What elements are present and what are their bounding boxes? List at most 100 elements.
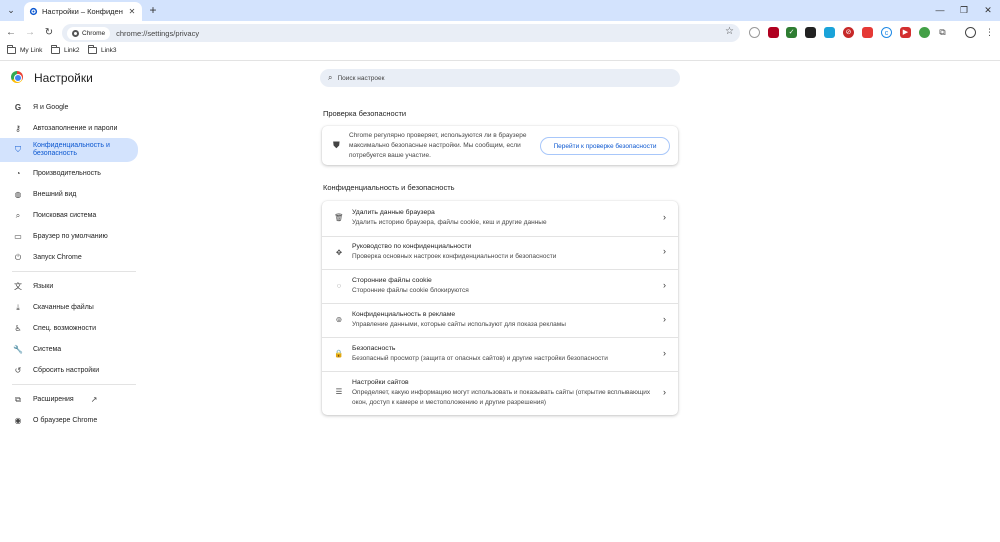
sidebar-item-you-and-google[interactable]: G Я и Google [0,97,138,118]
sidebar-item-label: Производительность [33,169,101,177]
google-icon: G [14,103,22,112]
sidebar-item-downloads[interactable]: ⤓ Скачанные файлы [0,297,138,318]
row-site-settings[interactable]: ☰ Настройки сайтов Определяет, какую инф… [322,371,678,415]
row-clear-browsing-data[interactable]: 🗑 Удалить данные браузера Удалить истори… [322,201,678,236]
power-icon: ⏻ [14,252,22,262]
minimize-icon[interactable]: — [932,3,948,17]
row-security[interactable]: 🔒 Безопасность Безопасный просмотр (защи… [322,337,678,371]
section-title-safety-check: Проверка безопасности [323,109,407,118]
chrome-logo-icon [11,71,23,83]
menu-dots-icon[interactable]: ⋮ [984,27,995,38]
sidebar-divider [12,271,136,272]
sidebar-item-reset[interactable]: ↺ Сбросить настройки [0,360,138,381]
puzzle-icon: ⧉ [15,394,21,404]
sidebar-item-label: Автозаполнение и пароли [33,124,118,132]
sidebar-item-search-engine[interactable]: ⌕ Поисковая система [0,205,138,226]
row-desc: Удалить историю браузера, файлы cookie, … [352,219,547,226]
close-window-icon[interactable]: ✕ [980,3,996,17]
bookmark-star-icon[interactable]: ☆ [725,26,734,37]
row-third-party-cookies[interactable]: ◌ Сторонние файлы cookie Сторонние файлы… [322,269,678,303]
extension-shield-icon[interactable] [749,27,760,38]
reload-icon[interactable]: ↻ [41,25,57,41]
bookmark-label: Link3 [101,47,117,54]
palette-icon: ◍ [14,190,22,199]
sidebar-item-about[interactable]: ◉ О браузере Chrome [0,410,138,431]
url-text[interactable]: chrome://settings/privacy [116,29,199,38]
gear-icon [29,7,38,16]
forward-icon[interactable]: → [22,25,38,41]
trash-icon: 🗑 [334,213,344,222]
translate-icon: 文 [14,282,22,291]
sidebar-item-label: Спец. возможности [33,324,96,332]
accessibility-icon: ♿ [14,324,22,333]
extension-circle-icon[interactable]: c [881,27,892,38]
settings-search[interactable]: ⌕ [320,69,680,87]
bookmarks-bar: My Link Link2 Link3 [0,44,1000,61]
search-input[interactable] [337,74,658,82]
sidebar-item-system[interactable]: 🔧 Система [0,339,138,360]
sidebar-item-autofill[interactable]: ⚷ Автозаполнение и пароли [0,118,138,139]
external-link-icon: ↗ [90,395,98,404]
row-title: Конфиденциальность в рекламе [352,311,456,318]
close-icon[interactable]: ✕ [127,7,137,16]
new-tab-button[interactable]: + [146,3,160,18]
bookmark-folder[interactable]: Link2 [51,45,80,54]
row-desc: Управление данными, которые сайты исполь… [352,321,566,328]
chrome-icon [72,29,79,37]
row-desc: Определяет, какую информацию могут испол… [352,389,651,406]
sidebar-item-label: Скачанные файлы [33,303,94,311]
extension-green-icon[interactable] [919,27,930,38]
sidebar-item-languages[interactable]: 文 Языки [0,276,138,297]
sidebar-item-label: Внешний вид [33,190,77,198]
sidebar-item-on-startup[interactable]: ⏻ Запуск Chrome [0,247,138,268]
extension-red-icon[interactable] [862,27,873,38]
sidebar-item-performance[interactable]: ◔ Производительность [0,163,138,184]
extension-check-icon[interactable]: ✓ [786,27,797,38]
extension-dark-icon[interactable] [805,27,816,38]
sidebar-item-default-browser[interactable]: ▭ Браузер по умолчанию [0,226,138,247]
section-title-privacy: Конфиденциальность и безопасность [323,183,455,192]
sidebar-item-label: Расширения [33,395,74,403]
privacy-card: 🗑 Удалить данные браузера Удалить истори… [322,201,678,415]
sidebar-item-accessibility[interactable]: ♿ Спец. возможности [0,318,138,339]
sidebar-item-privacy[interactable]: ⛉ Конфиденциальность и безопасность [0,138,138,162]
speedometer-icon: ◔ [15,169,21,178]
site-info-chip[interactable]: Chrome [67,26,111,40]
sidebar-item-appearance[interactable]: ◍ Внешний вид [0,184,138,205]
puzzle-icon[interactable]: ⧉ [937,27,948,38]
chevron-down-icon: ⌄ [7,5,15,15]
chevron-right-icon: › [663,246,666,256]
row-ad-privacy[interactable]: ⊚ Конфиденциальность в рекламе Управлени… [322,303,678,337]
cookie-icon: ◌ [336,281,342,290]
sidebar-item-label: Поисковая система [33,211,97,219]
browser-window-icon: ▭ [14,232,22,241]
address-bar[interactable]: Chrome chrome://settings/privacy ☆ [62,24,740,42]
folder-icon [88,45,97,54]
ad-privacy-icon: ⊚ [335,315,343,324]
page-title: Настройки [34,71,93,85]
row-title: Руководство по конфиденциальности [352,243,472,250]
sidebar-item-label: Конфиденциальность и безопасность [33,142,110,157]
key-icon: ⚷ [15,124,21,133]
tab-search-button[interactable]: ⌄ [3,3,19,18]
folder-icon [51,45,60,54]
chevron-right-icon: › [663,212,666,222]
profile-avatar-icon[interactable] [965,27,976,38]
back-icon[interactable]: ← [3,25,19,41]
tab-settings[interactable]: Настройки – Конфиденциальн... ✕ [24,2,142,21]
bookmark-folder[interactable]: My Link [7,45,42,54]
row-title: Настройки сайтов [352,379,409,386]
sidebar-item-label: Сбросить настройки [33,366,100,374]
bookmark-folder[interactable]: Link3 [88,45,117,54]
extension-block-icon[interactable]: ⊘ [843,27,854,38]
sidebar-item-extensions[interactable]: ⧉ Расширения ↗ [0,389,138,410]
restore-icon[interactable]: ❐ [956,3,972,17]
extension-ublock-icon[interactable] [768,27,779,38]
row-privacy-guide[interactable]: ✥ Руководство по конфиденциальности Пров… [322,236,678,269]
row-desc: Проверка основных настроек конфиденциаль… [352,253,557,260]
safety-check-button[interactable]: Перейти к проверке безопасности [540,137,670,155]
extension-blue-icon[interactable] [824,27,835,38]
extension-video-icon[interactable]: ▶ [900,27,911,38]
shield-icon: ⛉ [15,145,21,154]
browser-window: ⌄ Настройки – Конфиденциальн... ✕ + — ❐ … [0,0,1000,542]
